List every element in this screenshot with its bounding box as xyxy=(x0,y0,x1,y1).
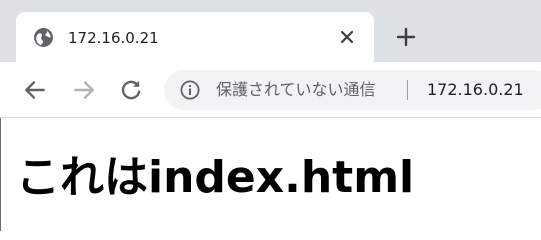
plus-icon[interactable] xyxy=(394,25,418,49)
browser-tab[interactable]: 172.16.0.21 xyxy=(16,12,374,62)
page-content: これはindex.html xyxy=(0,118,541,231)
security-status-text: 保護されていない通信 xyxy=(216,80,376,99)
close-icon[interactable] xyxy=(335,25,359,49)
tab-title: 172.16.0.21 xyxy=(68,29,159,47)
reload-icon[interactable] xyxy=(118,77,144,103)
info-icon[interactable] xyxy=(179,79,201,101)
page-heading: これはindex.html xyxy=(16,152,415,203)
url-text[interactable]: 172.16.0.21 xyxy=(427,79,524,101)
globe-icon xyxy=(34,28,53,47)
tab-strip: 172.16.0.21 xyxy=(0,0,541,62)
arrow-left-icon[interactable] xyxy=(22,77,48,103)
url-separator xyxy=(407,80,408,100)
address-bar[interactable]: 保護されていない通信 172.16.0.21 xyxy=(164,70,541,110)
arrow-right-icon[interactable] xyxy=(71,77,97,103)
browser-toolbar: 保護されていない通信 172.16.0.21 xyxy=(0,62,541,118)
